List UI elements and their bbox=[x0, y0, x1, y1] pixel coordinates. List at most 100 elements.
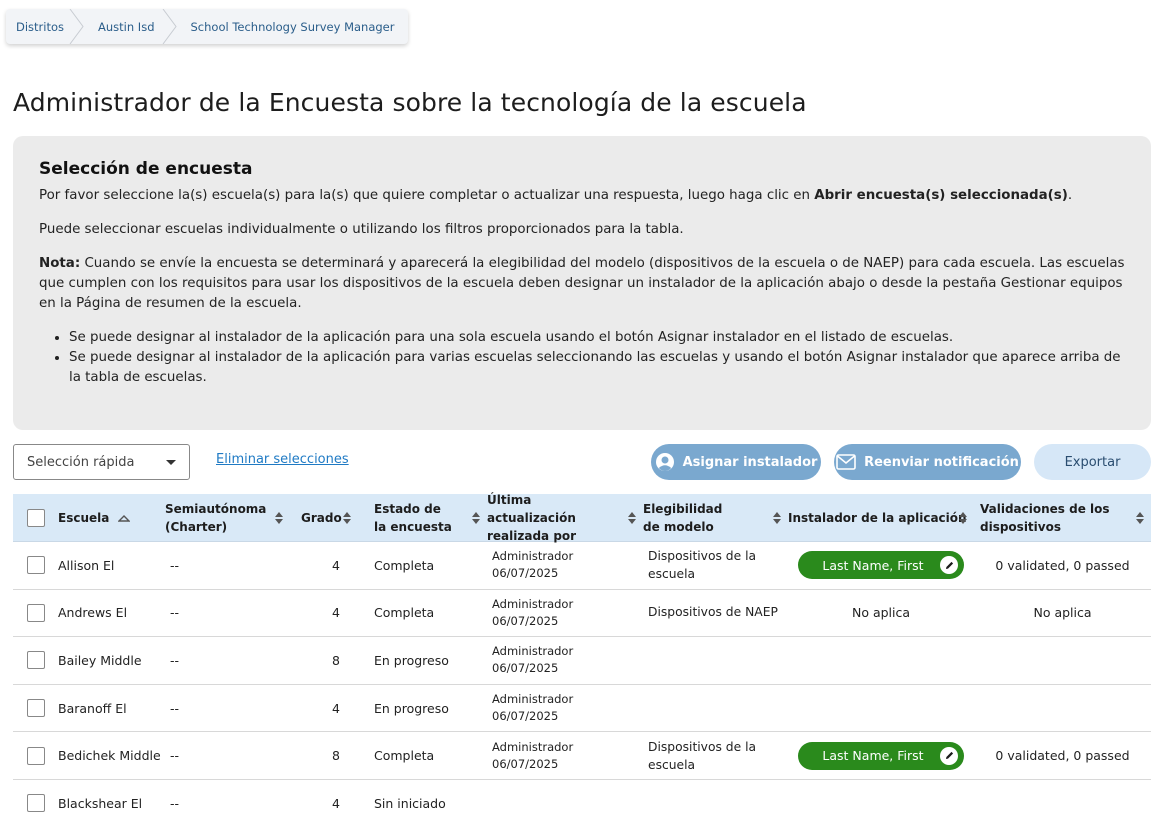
table-row[interactable]: Blackshear El -- 4 Sin iniciado bbox=[13, 779, 1151, 814]
last-updated: Administrador 06/07/2025 bbox=[487, 732, 643, 779]
charter-value: -- bbox=[170, 652, 180, 668]
sort-icon bbox=[343, 511, 351, 524]
charter-value: -- bbox=[170, 605, 180, 621]
assign-installer-button[interactable]: Asignar instalador bbox=[651, 444, 821, 480]
chevron-right-icon bbox=[69, 9, 84, 44]
installer-cell: Last Name, First bbox=[788, 732, 974, 779]
clear-selections-link[interactable]: Eliminar selecciones bbox=[216, 452, 349, 467]
breadcrumb-label[interactable]: Austin Isd bbox=[98, 20, 154, 34]
eligibility-value bbox=[643, 685, 788, 732]
updated-by: Administrador bbox=[492, 739, 574, 754]
row-select-cell bbox=[13, 780, 58, 814]
eligibility-value bbox=[643, 780, 788, 814]
instructions-paragraph: Por favor seleccione la(s) escuela(s) pa… bbox=[39, 186, 1125, 206]
pencil-icon bbox=[940, 556, 958, 575]
school-name: Allison El bbox=[58, 557, 115, 573]
eligibility-value: Dispositivos de NAEP bbox=[648, 605, 778, 620]
breadcrumb-item-districts[interactable]: Distritos bbox=[6, 9, 84, 44]
row-select-cell bbox=[13, 542, 58, 589]
row-checkbox[interactable] bbox=[26, 699, 45, 718]
school-name: Bedichek Middle bbox=[58, 748, 161, 764]
export-button[interactable]: Exportar bbox=[1034, 444, 1151, 480]
table-header: Escuela Semiautónoma (Charter) Grado Est… bbox=[13, 493, 1151, 543]
quick-select-dropdown[interactable]: Selección rápida bbox=[13, 444, 190, 480]
note-label: Nota: bbox=[39, 256, 81, 271]
sort-icon bbox=[1136, 511, 1144, 524]
page-title: Administrador de la Encuesta sobre la te… bbox=[13, 88, 807, 117]
breadcrumb-item-district[interactable]: Austin Isd bbox=[78, 9, 177, 44]
updated-by: Administrador bbox=[492, 692, 574, 707]
row-select-cell bbox=[13, 637, 58, 684]
last-updated: Administrador 06/07/2025 bbox=[487, 685, 643, 732]
school-name: Blackshear El bbox=[58, 795, 143, 811]
panel-heading: Selección de encuesta bbox=[39, 159, 253, 179]
table-row[interactable]: Allison El -- 4 Completa Administrador 0… bbox=[13, 542, 1151, 590]
header-label: Semiautónoma (Charter) bbox=[165, 501, 267, 534]
grade-value: 8 bbox=[332, 652, 340, 668]
table-row[interactable]: Andrews El -- 4 Completa Administrador 0… bbox=[13, 589, 1151, 638]
charter-value: -- bbox=[170, 557, 180, 573]
header-charter[interactable]: Semiautónoma (Charter) bbox=[165, 494, 290, 542]
school-name: Bailey Middle bbox=[58, 652, 142, 668]
updated-date: 06/07/2025 bbox=[492, 709, 559, 724]
header-last-updated[interactable]: Última actualización realizada por bbox=[487, 493, 643, 543]
table-row[interactable]: Bailey Middle -- 8 En progreso Administr… bbox=[13, 637, 1151, 685]
header-label: Validaciones de los dispositivos bbox=[980, 501, 1110, 534]
last-updated: Administrador 06/07/2025 bbox=[487, 590, 643, 637]
table-row[interactable]: Bedichek Middle -- 8 Completa Administra… bbox=[13, 732, 1151, 780]
header-label: Escuela bbox=[58, 510, 110, 525]
header-eligibility[interactable]: Elegibilidad de modelo bbox=[643, 494, 788, 542]
select-all-checkbox[interactable] bbox=[26, 508, 45, 527]
installer-button[interactable]: Last Name, First bbox=[798, 741, 964, 770]
last-updated bbox=[487, 780, 643, 814]
sort-icon bbox=[275, 511, 283, 524]
updated-by: Administrador bbox=[492, 549, 574, 564]
row-checkbox[interactable] bbox=[26, 746, 45, 765]
charter-value: -- bbox=[170, 700, 180, 716]
resend-notification-label: Reenviar notificación bbox=[864, 454, 1019, 470]
updated-date: 06/07/2025 bbox=[492, 661, 559, 676]
row-select-cell bbox=[13, 732, 58, 779]
sort-icon bbox=[773, 511, 781, 524]
table-row[interactable]: Baranoff El -- 4 En progreso Administrad… bbox=[13, 684, 1151, 733]
envelope-icon bbox=[836, 454, 856, 470]
installer-cell bbox=[788, 685, 974, 732]
survey-selection-panel: Selección de encuesta Por favor seleccio… bbox=[13, 136, 1151, 430]
row-select-cell bbox=[13, 590, 58, 637]
bullet-item: Se puede designar al instalador de la ap… bbox=[69, 348, 1125, 388]
school-name: Andrews El bbox=[58, 605, 128, 621]
header-label: Estado de la encuesta bbox=[374, 501, 452, 534]
installer-button[interactable]: Last Name, First bbox=[798, 551, 964, 580]
header-school[interactable]: Escuela bbox=[58, 494, 165, 542]
charter-value: -- bbox=[170, 795, 180, 811]
school-name: Baranoff El bbox=[58, 700, 127, 716]
select-all-cell bbox=[13, 494, 58, 542]
note-paragraph: Nota: Cuando se envíe la encuesta se det… bbox=[39, 254, 1125, 314]
updated-date: 06/07/2025 bbox=[492, 613, 559, 628]
header-label: Instalador de la aplicación bbox=[788, 510, 967, 525]
breadcrumb-item-current: School Technology Survey Manager bbox=[171, 9, 409, 44]
row-checkbox[interactable] bbox=[26, 603, 45, 622]
header-installer[interactable]: Instalador de la aplicación bbox=[788, 494, 974, 542]
header-validations[interactable]: Validaciones de los dispositivos bbox=[974, 494, 1151, 542]
installer-cell: Last Name, First bbox=[788, 542, 974, 589]
bullet-item: Se puede designar al instalador de la ap… bbox=[69, 328, 1125, 348]
breadcrumb-label[interactable]: Distritos bbox=[16, 20, 64, 34]
validations-value bbox=[974, 637, 1151, 684]
grade-value: 4 bbox=[332, 795, 340, 811]
resend-notification-button[interactable]: Reenviar notificación bbox=[834, 444, 1021, 480]
row-checkbox[interactable] bbox=[26, 556, 45, 575]
last-updated: Administrador 06/07/2025 bbox=[487, 542, 643, 589]
validations-value bbox=[974, 780, 1151, 814]
last-updated: Administrador 06/07/2025 bbox=[487, 637, 643, 684]
row-checkbox[interactable] bbox=[26, 794, 45, 813]
status-value: Sin iniciado bbox=[374, 795, 446, 811]
header-grade[interactable]: Grado bbox=[290, 494, 358, 542]
header-status[interactable]: Estado de la encuesta bbox=[358, 494, 487, 542]
row-checkbox[interactable] bbox=[26, 651, 45, 670]
breadcrumb-label: School Technology Survey Manager bbox=[190, 19, 395, 34]
chevron-right-icon bbox=[162, 9, 177, 44]
validations-value: 0 validated, 0 passed bbox=[995, 748, 1130, 764]
quick-select-value: Selección rápida bbox=[27, 454, 135, 470]
eligibility-value: Dispositivos de la escuela bbox=[648, 549, 757, 582]
